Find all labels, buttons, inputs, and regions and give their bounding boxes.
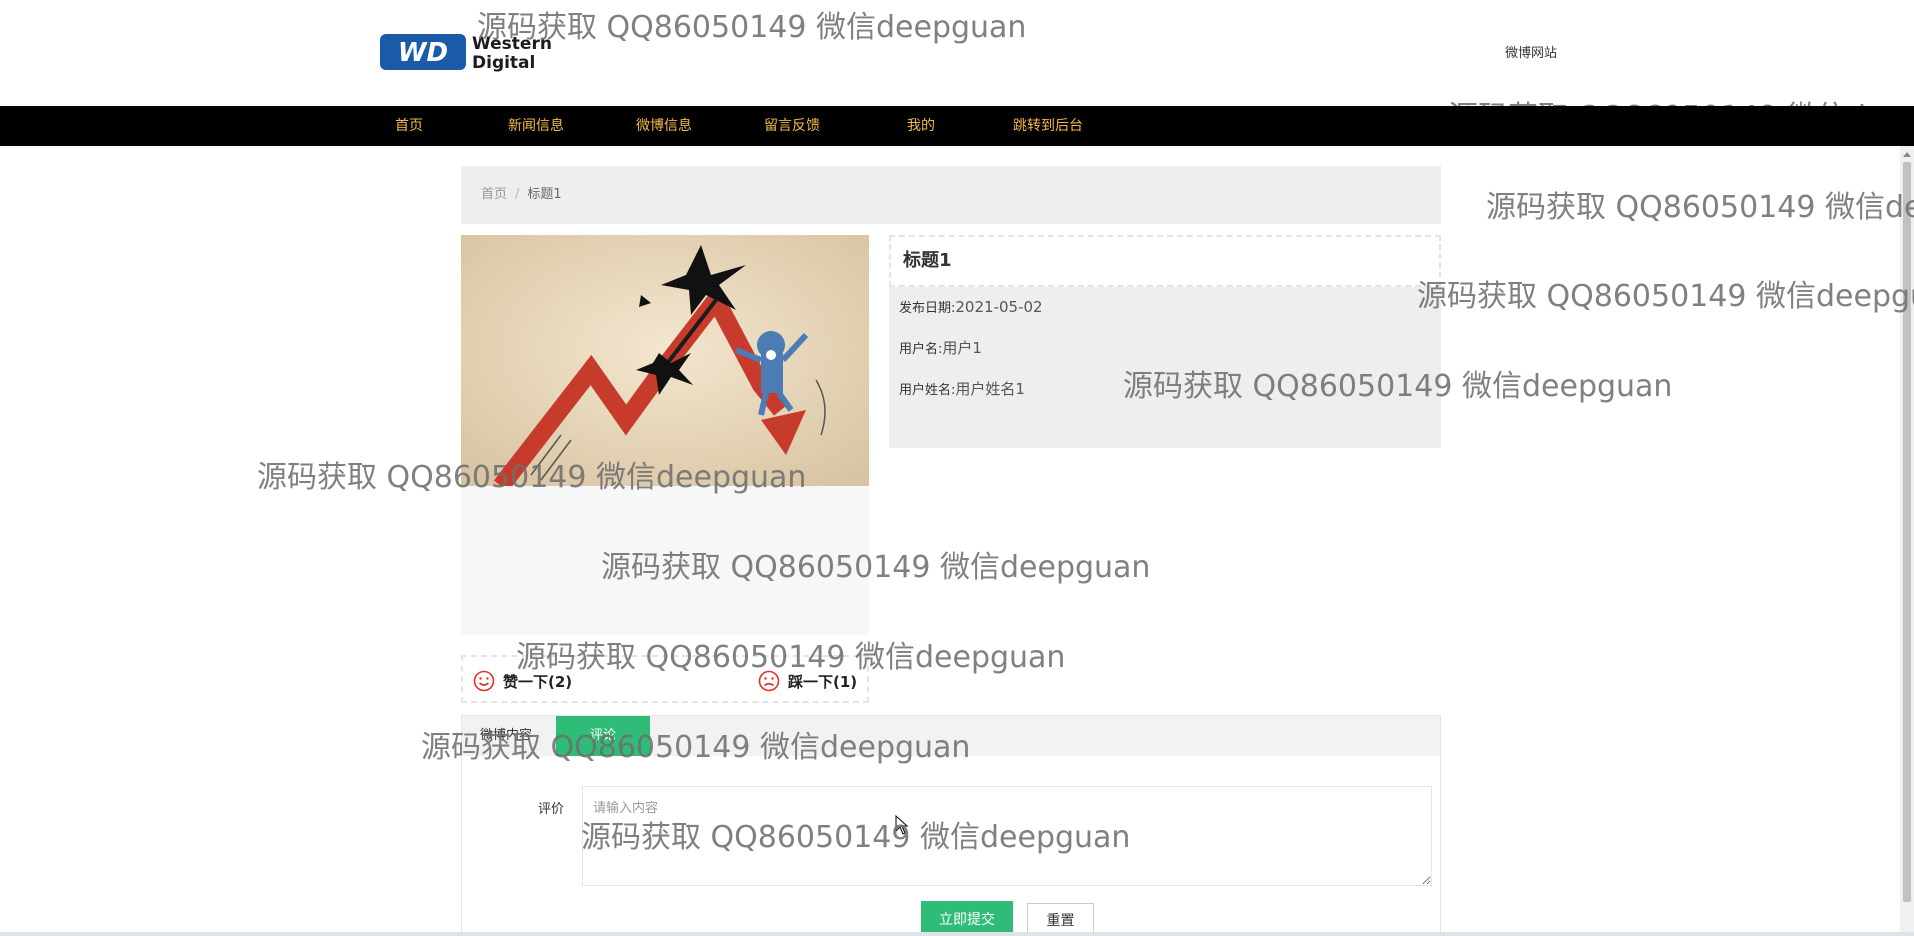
publish-date-value: 2021-05-02 [955, 298, 1043, 316]
tab-comment[interactable]: 评论 [556, 716, 650, 756]
breadcrumb-separator: / [515, 187, 520, 202]
nav-item-mine[interactable]: 我的 [907, 106, 935, 146]
username-label: 用户名: [899, 342, 943, 357]
breadcrumb-home[interactable]: 首页 [481, 187, 507, 202]
page-scrollbar[interactable] [1900, 146, 1914, 936]
username-row: 用户名:用户1 [899, 337, 982, 358]
smile-icon [473, 670, 495, 692]
submit-button[interactable]: 立即提交 [921, 901, 1013, 936]
username-value: 用户1 [942, 339, 982, 357]
breadcrumb-current: 标题1 [527, 187, 562, 202]
nav-item-weibo[interactable]: 微博信息 [636, 106, 692, 146]
mouse-cursor-icon [895, 815, 909, 835]
main-nav: 首页 新闻信息 微博信息 留言反馈 我的 跳转到后台 [0, 106, 1914, 146]
nav-item-admin[interactable]: 跳转到后台 [1013, 106, 1083, 146]
bottom-edge [0, 932, 1914, 936]
post-info-panel: 标题1 发布日期:2021-05-02 用户名:用户1 用户姓名:用户姓名1 [889, 235, 1441, 448]
publish-date-label: 发布日期: [899, 301, 956, 316]
like-label: 赞一下(2) [503, 672, 573, 691]
realname-row: 用户姓名:用户姓名1 [899, 378, 1025, 399]
image-panel [461, 235, 869, 635]
site-name: 微博网站 [1505, 46, 1558, 61]
western-digital-logo[interactable]: WD Western Digital [380, 32, 570, 72]
like-button[interactable]: 赞一下(2) [473, 669, 572, 693]
nav-item-home[interactable]: 首页 [395, 106, 423, 146]
dislike-button[interactable]: 踩一下(1) [758, 669, 857, 693]
frown-icon [758, 670, 780, 692]
realname-value: 用户姓名1 [955, 380, 1025, 398]
watermark-text: 源码获取 QQ86050149 微信deepguan [1486, 190, 1914, 225]
scroll-thumb[interactable] [1903, 162, 1911, 902]
nav-item-feedback[interactable]: 留言反馈 [764, 106, 820, 146]
scroll-up-arrow-icon[interactable] [1903, 152, 1911, 157]
comment-label: 评价 [538, 802, 565, 817]
dislike-label: 踩一下(1) [788, 672, 858, 691]
nav-item-news[interactable]: 新闻信息 [508, 106, 564, 146]
post-title: 标题1 [889, 235, 1441, 287]
logo-text-line1: Western [472, 34, 552, 54]
realname-label: 用户姓名: [899, 383, 956, 398]
comment-input[interactable] [582, 786, 1432, 886]
logo-text-line2: Digital [472, 53, 535, 72]
breadcrumb: 首页 / 标题1 [461, 166, 1441, 224]
site-header: WD Western Digital 微博网站 [0, 0, 1914, 106]
tab-panel: 微博内容 评论 评价 立即提交 重置 [461, 715, 1441, 936]
watermark-text: 源码获取 QQ86050149 微信deepguan [1417, 279, 1914, 314]
tab-weibo-content[interactable]: 微博内容 [462, 716, 550, 756]
logo-mark: WD [398, 38, 448, 68]
post-image [461, 235, 869, 486]
publish-date-row: 发布日期:2021-05-02 [899, 297, 1043, 316]
vote-row: 赞一下(2) 踩一下(1) [461, 655, 869, 703]
tab-bar: 微博内容 评论 [462, 716, 1440, 756]
